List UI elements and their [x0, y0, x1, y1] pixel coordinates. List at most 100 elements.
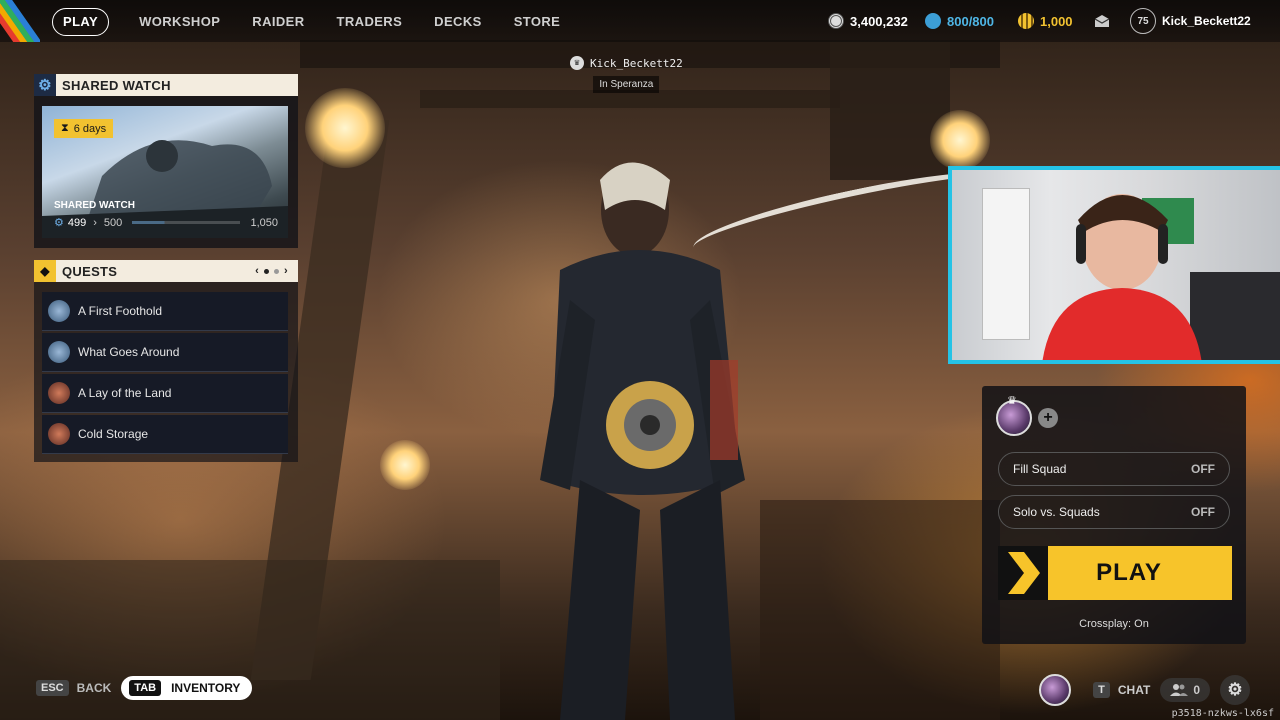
faction-icon — [48, 423, 70, 445]
plus-icon: + — [1043, 409, 1053, 426]
quest-label: A First Foothold — [78, 304, 163, 318]
solo-vs-squads-label: Solo vs. Squads — [1013, 505, 1100, 519]
player-level: 75 — [1130, 8, 1156, 34]
gear-small-icon: ⚙ — [54, 217, 64, 229]
quest-label: Cold Storage — [78, 427, 149, 441]
tokens-counter[interactable]: 1,000 — [1018, 0, 1073, 42]
back-label: BACK — [76, 681, 112, 695]
quest-item[interactable]: A Lay of the Land — [42, 374, 288, 413]
play-button-label: PLAY — [1096, 559, 1162, 586]
shared-watch-image: ⧗ 6 days SHARED WATCH ⚙ 499 › 500 1,050 — [42, 106, 288, 238]
squad-panel: ♛ + Fill Squad OFF Solo vs. Squads OFF P… — [982, 386, 1246, 644]
quests-header: ◆ QUESTS ‹ › — [34, 260, 298, 282]
settings-button[interactable]: ⚙ — [1220, 675, 1250, 705]
coins-value: 3,400,232 — [850, 13, 908, 29]
page-dot-2[interactable] — [274, 268, 280, 274]
quest-list: A First Foothold What Goes Around A Lay … — [42, 292, 288, 456]
shared-watch-panel[interactable]: ⧗ 6 days SHARED WATCH ⚙ 499 › 500 1,050 — [34, 96, 298, 248]
progress-current: 499 — [67, 216, 87, 229]
token-icon — [1018, 13, 1034, 29]
shared-watch-header-label: SHARED WATCH — [62, 77, 171, 93]
player-name: Kick_Beckett22 — [590, 56, 683, 70]
globe-icon — [48, 300, 70, 322]
credits-counter[interactable]: 800/800 — [925, 0, 994, 42]
character-figure — [540, 162, 745, 720]
mail-button[interactable] — [1094, 0, 1110, 42]
webcam-overlay — [948, 166, 1280, 364]
quest-label: A Lay of the Land — [78, 386, 172, 400]
profile-button[interactable]: 75 Kick_Beckett22 — [1130, 0, 1251, 42]
chevron-right-icon[interactable]: › — [284, 265, 288, 277]
nav-store[interactable]: STORE — [498, 9, 577, 35]
shared-watch-progress: ⚙ 499 › 500 1,050 — [54, 216, 278, 230]
chevron-left-icon[interactable]: ‹ — [255, 265, 259, 277]
friends-count: 0 — [1193, 683, 1200, 697]
faction-icon — [48, 382, 70, 404]
main-nav: PLAY WORKSHOP RAIDER TRADERS DECKS STORE — [52, 8, 576, 36]
quest-label: What Goes Around — [78, 345, 180, 359]
esc-keycap: ESC — [36, 680, 69, 696]
add-squadmate-button[interactable]: + — [1038, 408, 1058, 428]
quests-pager: ‹ › — [255, 260, 288, 282]
progress-track — [132, 221, 241, 224]
bottom-left-controls: ESC BACK TAB INVENTORY — [36, 676, 253, 700]
progress-next: 500 — [103, 216, 123, 229]
crown-icon: ♛ — [1007, 395, 1017, 407]
squad-avatar[interactable] — [1039, 674, 1072, 706]
back-button[interactable]: ESC BACK — [36, 680, 111, 696]
shared-watch-title: SHARED WATCH — [54, 200, 135, 211]
chat-button[interactable]: T CHAT — [1093, 682, 1150, 698]
tokens-value: 1,000 — [1040, 13, 1073, 29]
tab-keycap: TAB — [129, 680, 162, 696]
chat-label: CHAT — [1117, 683, 1151, 697]
inventory-button[interactable]: TAB INVENTORY — [121, 676, 253, 700]
top-nav-bar: PLAY WORKSHOP RAIDER TRADERS DECKS STORE… — [0, 0, 1280, 42]
gear-icon: ⚙ — [34, 74, 56, 96]
play-button[interactable]: PLAY — [998, 546, 1232, 600]
gear-icon: ⚙ — [1227, 680, 1243, 699]
crown-icon: ♛ — [570, 56, 584, 70]
timer-value: 6 days — [73, 122, 107, 135]
progress-max: 1,050 — [250, 216, 278, 229]
solo-vs-squads-value: OFF — [1191, 505, 1215, 519]
coin-icon — [828, 13, 844, 29]
credits-value: 800/800 — [947, 13, 994, 29]
friends-button[interactable]: 0 — [1160, 678, 1210, 702]
brand-stripes — [0, 0, 40, 42]
globe-icon — [48, 341, 70, 363]
nav-traders[interactable]: TRADERS — [321, 9, 419, 35]
nav-decks[interactable]: DECKS — [418, 9, 498, 35]
solo-vs-squads-toggle[interactable]: Solo vs. Squads OFF — [998, 495, 1230, 529]
quest-item[interactable]: Cold Storage — [42, 415, 288, 454]
player-location: In Speranza — [593, 76, 660, 93]
fill-squad-toggle[interactable]: Fill Squad OFF — [998, 452, 1230, 486]
hourglass-icon: ⧗ — [61, 122, 69, 134]
quest-diamond-icon: ◆ — [34, 260, 56, 282]
webcam-person — [1042, 194, 1202, 360]
profile-username: Kick_Beckett22 — [1162, 14, 1251, 28]
play-chevron-icon — [998, 546, 1048, 600]
nav-play[interactable]: PLAY — [52, 8, 110, 36]
nav-raider[interactable]: RAIDER — [236, 9, 320, 35]
player-nameplate: ♛ Kick_Beckett22 In Speranza — [570, 56, 683, 93]
mail-icon — [1094, 15, 1110, 27]
fill-squad-label: Fill Squad — [1013, 462, 1067, 476]
friends-icon — [1170, 684, 1189, 696]
quest-item[interactable]: A First Foothold — [42, 292, 288, 331]
quest-item[interactable]: What Goes Around — [42, 333, 288, 372]
quests-header-label: QUESTS — [62, 263, 118, 279]
nav-workshop[interactable]: WORKSHOP — [123, 9, 236, 35]
shared-watch-header: ⚙ SHARED WATCH — [34, 74, 298, 96]
bottom-right-controls: T CHAT 0 ⚙ — [1039, 672, 1280, 708]
inventory-label: INVENTORY — [171, 681, 241, 695]
page-dot-1[interactable] — [264, 268, 270, 274]
fill-squad-value: OFF — [1191, 462, 1215, 476]
shared-watch-timer: ⧗ 6 days — [54, 119, 114, 138]
crossplay-status: Crossplay: On — [1079, 618, 1149, 630]
chevron-right-icon: › — [93, 216, 97, 229]
chat-keycap: T — [1093, 682, 1110, 698]
quests-panel: A First Foothold What Goes Around A Lay … — [34, 282, 298, 462]
coins-counter[interactable]: 3,400,232 — [828, 0, 908, 42]
credit-icon — [925, 13, 941, 29]
session-id: p3518-nzkws-lx6sf — [1171, 708, 1274, 719]
